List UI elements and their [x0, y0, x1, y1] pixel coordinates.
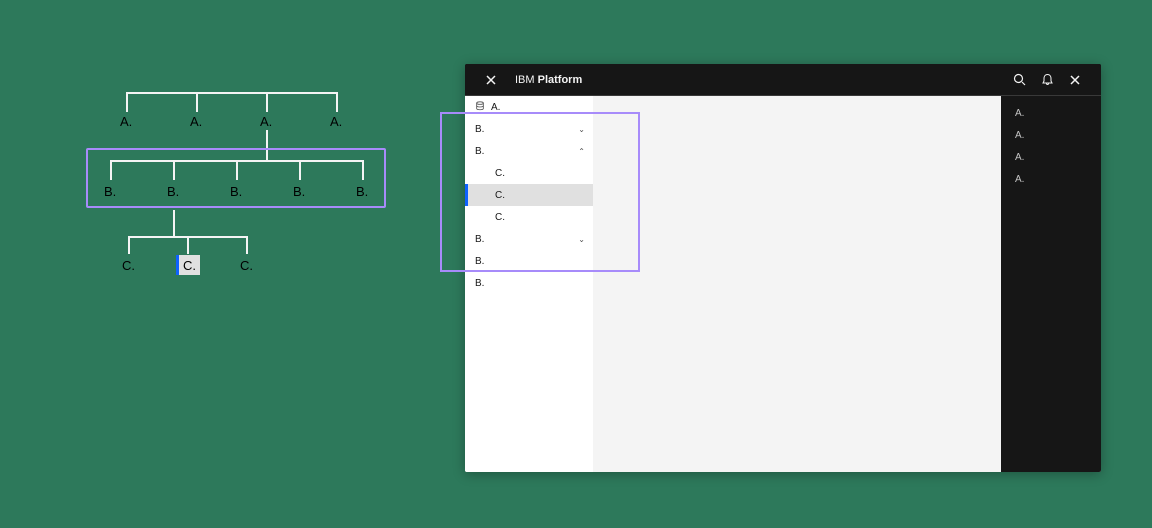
sidebar-item-label: A.: [491, 102, 500, 113]
sidebar-item[interactable]: C.: [465, 162, 593, 184]
chevron-down-icon: ⌄: [578, 235, 585, 244]
sidebar-item[interactable]: C.: [465, 184, 593, 206]
sidebar-item[interactable]: B.: [465, 250, 593, 272]
sidebar-right-item[interactable]: A.: [1001, 124, 1101, 146]
sidebar-item-label: C.: [495, 168, 505, 179]
sidebar-right-item[interactable]: A.: [1001, 146, 1101, 168]
tree-node-b: B.: [356, 184, 368, 199]
sidebar-right-label: A.: [1015, 108, 1024, 119]
sidebar-item-label: B.: [475, 146, 484, 157]
app-title: IBM Platform: [515, 74, 582, 86]
close-icon: [1069, 74, 1081, 86]
sidebar-item-label: B.: [475, 278, 484, 289]
close-button[interactable]: [477, 66, 505, 94]
tree-node-b: B.: [104, 184, 116, 199]
sidebar-item[interactable]: A.: [465, 96, 593, 118]
sidebar-item[interactable]: B.: [465, 272, 593, 294]
tree-node-c-selected: C.: [176, 255, 200, 275]
sidebar-left: A. B. ⌄ B. ⌃ C. C. C. B. ⌄ B. B.: [465, 96, 593, 472]
main-content: [593, 96, 1001, 472]
search-icon: [1013, 73, 1026, 86]
hierarchy-diagram: A. A. A. A. B. B. B. B. B. C. C. C.: [90, 92, 410, 312]
tree-node-b: B.: [230, 184, 242, 199]
sidebar-item[interactable]: C.: [465, 206, 593, 228]
tree-node-c: C.: [122, 258, 135, 273]
sidebar-item-label: C.: [495, 212, 505, 223]
brand-name: Platform: [538, 74, 583, 86]
header-close-button[interactable]: [1061, 66, 1089, 94]
tree-node-a: A.: [120, 114, 132, 129]
search-button[interactable]: [1005, 66, 1033, 94]
sidebar-item[interactable]: B. ⌃: [465, 140, 593, 162]
database-icon: [475, 101, 485, 114]
app-header: IBM Platform: [465, 64, 1101, 96]
sidebar-right-label: A.: [1015, 152, 1024, 163]
brand-prefix: IBM: [515, 74, 535, 86]
sidebar-right-label: A.: [1015, 174, 1024, 185]
sidebar-item[interactable]: B. ⌄: [465, 228, 593, 250]
chevron-up-icon: ⌃: [578, 147, 585, 156]
sidebar-right-label: A.: [1015, 130, 1024, 141]
app-window: IBM Platform A.B.⌄B.⌃C.C.C.B.⌄B.B. A.A.A…: [465, 64, 1101, 472]
sidebar-item[interactable]: B. ⌄: [465, 118, 593, 140]
chevron-down-icon: ⌄: [578, 125, 585, 134]
tree-node-a: A.: [190, 114, 202, 129]
tree-node-c-label: C.: [183, 258, 196, 273]
sidebar-item-label: C.: [495, 190, 505, 201]
tree-node-b: B.: [167, 184, 179, 199]
tree-node-c: C.: [240, 258, 253, 273]
sidebar-item-label: B.: [475, 234, 484, 245]
tree-node-a: A.: [330, 114, 342, 129]
close-icon: [485, 74, 497, 86]
tree-node-b: B.: [293, 184, 305, 199]
sidebar-right-item[interactable]: A.: [1001, 168, 1101, 190]
notifications-button[interactable]: [1033, 66, 1061, 94]
sidebar-right-item[interactable]: A.: [1001, 102, 1101, 124]
sidebar-item-label: B.: [475, 256, 484, 267]
bell-icon: [1041, 73, 1054, 86]
sidebar-right: A. A. A. A.: [1001, 96, 1101, 472]
tree-node-a: A.: [260, 114, 272, 129]
sidebar-item-label: B.: [475, 124, 484, 135]
